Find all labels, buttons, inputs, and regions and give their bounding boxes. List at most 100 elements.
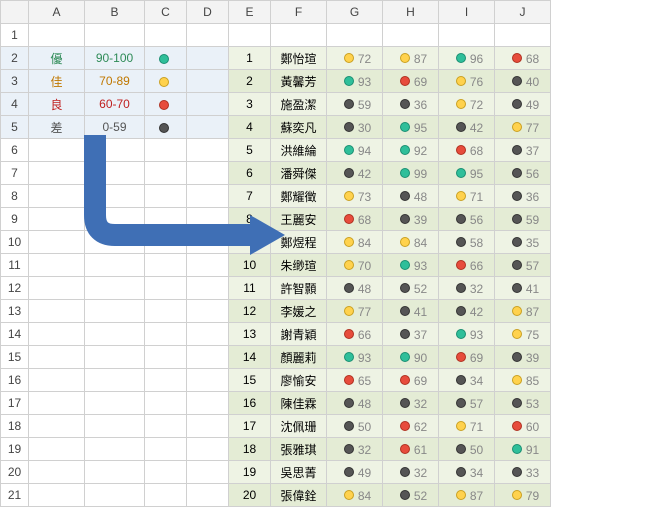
cell-E5[interactable]: 4 bbox=[229, 116, 271, 139]
cell-F8[interactable]: 鄭耀徵 bbox=[271, 185, 327, 208]
cell-H8[interactable]: 48 bbox=[383, 185, 439, 208]
cell-A11[interactable] bbox=[29, 254, 85, 277]
cell-E4[interactable]: 3 bbox=[229, 93, 271, 116]
cell-B4[interactable]: 60-70 bbox=[85, 93, 145, 116]
cell-I10[interactable]: 58 bbox=[439, 231, 495, 254]
cell-G20[interactable]: 49 bbox=[327, 461, 383, 484]
cell-G3[interactable]: 93 bbox=[327, 70, 383, 93]
cell-H5[interactable]: 95 bbox=[383, 116, 439, 139]
cell-E7[interactable]: 6 bbox=[229, 162, 271, 185]
cell-G12[interactable]: 48 bbox=[327, 277, 383, 300]
row-header-3[interactable]: 3 bbox=[1, 70, 29, 93]
cell-G5[interactable]: 30 bbox=[327, 116, 383, 139]
spreadsheet-grid[interactable]: ABCDEFGHIJ 1狀況數值燈號座號姓名第1週第2週第3週第4週2優90-1… bbox=[0, 0, 551, 507]
cell-F14[interactable]: 謝青穎 bbox=[271, 323, 327, 346]
row-header-9[interactable]: 9 bbox=[1, 208, 29, 231]
col-header-G[interactable]: G bbox=[327, 1, 383, 24]
cell-H2[interactable]: 87 bbox=[383, 47, 439, 70]
cell-A20[interactable] bbox=[29, 461, 85, 484]
cell-B6[interactable] bbox=[85, 139, 145, 162]
cell-I7[interactable]: 95 bbox=[439, 162, 495, 185]
cell-A18[interactable] bbox=[29, 415, 85, 438]
col-header-I[interactable]: I bbox=[439, 1, 495, 24]
cell-D8[interactable] bbox=[187, 185, 229, 208]
row-header-15[interactable]: 15 bbox=[1, 346, 29, 369]
cell-J16[interactable]: 85 bbox=[495, 369, 551, 392]
cell-F7[interactable]: 潘舜傑 bbox=[271, 162, 327, 185]
cell-C21[interactable] bbox=[145, 484, 187, 507]
cell-I4[interactable]: 72 bbox=[439, 93, 495, 116]
cell-J3[interactable]: 40 bbox=[495, 70, 551, 93]
cell-J8[interactable]: 36 bbox=[495, 185, 551, 208]
cell-J20[interactable]: 33 bbox=[495, 461, 551, 484]
cell-F9[interactable]: 王麗安 bbox=[271, 208, 327, 231]
cell-A19[interactable] bbox=[29, 438, 85, 461]
cell-I21[interactable]: 87 bbox=[439, 484, 495, 507]
cell-G11[interactable]: 70 bbox=[327, 254, 383, 277]
cell-I19[interactable]: 50 bbox=[439, 438, 495, 461]
cell-B12[interactable] bbox=[85, 277, 145, 300]
cell-H20[interactable]: 32 bbox=[383, 461, 439, 484]
cell-A7[interactable] bbox=[29, 162, 85, 185]
row-header-1[interactable]: 1 bbox=[1, 24, 29, 47]
cell-I11[interactable]: 66 bbox=[439, 254, 495, 277]
cell-D17[interactable] bbox=[187, 392, 229, 415]
cell-H9[interactable]: 39 bbox=[383, 208, 439, 231]
cell-H3[interactable]: 69 bbox=[383, 70, 439, 93]
cell-G9[interactable]: 68 bbox=[327, 208, 383, 231]
cell-G18[interactable]: 50 bbox=[327, 415, 383, 438]
cell-B1[interactable]: 數值 bbox=[85, 24, 145, 47]
cell-D3[interactable] bbox=[187, 70, 229, 93]
cell-J7[interactable]: 56 bbox=[495, 162, 551, 185]
cell-B14[interactable] bbox=[85, 323, 145, 346]
cell-I5[interactable]: 42 bbox=[439, 116, 495, 139]
cell-I16[interactable]: 34 bbox=[439, 369, 495, 392]
cell-B21[interactable] bbox=[85, 484, 145, 507]
row-header-17[interactable]: 17 bbox=[1, 392, 29, 415]
cell-B3[interactable]: 70-89 bbox=[85, 70, 145, 93]
cell-F10[interactable]: 鄭煜程 bbox=[271, 231, 327, 254]
cell-E14[interactable]: 13 bbox=[229, 323, 271, 346]
cell-I1[interactable]: 第3週 bbox=[439, 24, 495, 47]
cell-B10[interactable] bbox=[85, 231, 145, 254]
cell-C13[interactable] bbox=[145, 300, 187, 323]
cell-E2[interactable]: 1 bbox=[229, 47, 271, 70]
row-header-16[interactable]: 16 bbox=[1, 369, 29, 392]
row-header-21[interactable]: 21 bbox=[1, 484, 29, 507]
cell-B8[interactable] bbox=[85, 185, 145, 208]
cell-D19[interactable] bbox=[187, 438, 229, 461]
cell-G17[interactable]: 48 bbox=[327, 392, 383, 415]
cell-G2[interactable]: 72 bbox=[327, 47, 383, 70]
cell-A13[interactable] bbox=[29, 300, 85, 323]
cell-B2[interactable]: 90-100 bbox=[85, 47, 145, 70]
cell-D2[interactable] bbox=[187, 47, 229, 70]
cell-C10[interactable] bbox=[145, 231, 187, 254]
cell-E1[interactable]: 座號 bbox=[229, 24, 271, 47]
col-header-D[interactable]: D bbox=[187, 1, 229, 24]
cell-H13[interactable]: 41 bbox=[383, 300, 439, 323]
cell-B18[interactable] bbox=[85, 415, 145, 438]
cell-E20[interactable]: 19 bbox=[229, 461, 271, 484]
cell-C19[interactable] bbox=[145, 438, 187, 461]
cell-E12[interactable]: 11 bbox=[229, 277, 271, 300]
cell-I9[interactable]: 56 bbox=[439, 208, 495, 231]
cell-C11[interactable] bbox=[145, 254, 187, 277]
cell-G1[interactable]: 第1週 bbox=[327, 24, 383, 47]
cell-G7[interactable]: 42 bbox=[327, 162, 383, 185]
cell-H6[interactable]: 92 bbox=[383, 139, 439, 162]
cell-G4[interactable]: 59 bbox=[327, 93, 383, 116]
cell-F13[interactable]: 李媛之 bbox=[271, 300, 327, 323]
cell-F21[interactable]: 張偉銓 bbox=[271, 484, 327, 507]
cell-J19[interactable]: 91 bbox=[495, 438, 551, 461]
cell-E18[interactable]: 17 bbox=[229, 415, 271, 438]
cell-C2[interactable] bbox=[145, 47, 187, 70]
cell-E9[interactable]: 8 bbox=[229, 208, 271, 231]
cell-H10[interactable]: 84 bbox=[383, 231, 439, 254]
cell-A10[interactable] bbox=[29, 231, 85, 254]
cell-D11[interactable] bbox=[187, 254, 229, 277]
cell-E13[interactable]: 12 bbox=[229, 300, 271, 323]
cell-A5[interactable]: 差 bbox=[29, 116, 85, 139]
cell-I2[interactable]: 96 bbox=[439, 47, 495, 70]
cell-H19[interactable]: 61 bbox=[383, 438, 439, 461]
cell-E8[interactable]: 7 bbox=[229, 185, 271, 208]
